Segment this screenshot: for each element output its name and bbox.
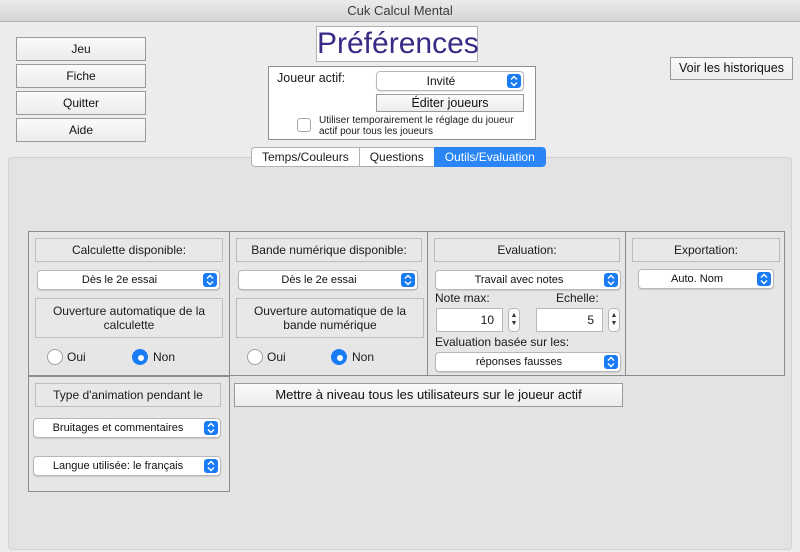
history-button[interactable]: Voir les historiques [670,57,793,80]
language-select[interactable]: Langue utilisée: le français [33,456,221,476]
note-max-label: Note max: [435,291,490,305]
player-box: Joueur actif: Invité Éditer joueurs Util… [268,66,536,140]
bande-oui-radio[interactable] [247,349,263,365]
title-bar: Cuk Calcul Mental [0,0,800,22]
based-select-value: réponses fausses [475,356,563,368]
fiche-button[interactable]: Fiche [16,64,146,88]
calculette-auto-label: Ouverture automatique de la calculette [35,298,223,338]
calculette-select[interactable]: Dès le 2e essai [37,270,220,290]
evaluation-title: Evaluation: [434,238,620,262]
chevron-updown-icon [604,273,618,287]
upgrade-users-button[interactable]: Mettre à niveau tous les utilisateurs su… [234,383,623,407]
player-label: Joueur actif: [277,71,346,85]
chevron-updown-icon [204,459,218,473]
animation-select[interactable]: Bruitages et commentaires [33,418,221,438]
chevron-updown-icon [757,272,771,286]
player-select[interactable]: Invité [376,71,524,91]
bande-non-radio[interactable] [331,349,347,365]
calculette-column: Calculette disponible: Dès le 2e essai O… [28,231,230,376]
note-max-input[interactable]: 10 [436,308,503,332]
exportation-select-value: Auto. Nom [671,273,723,285]
based-select[interactable]: réponses fausses [435,352,621,372]
echelle-label: Echelle: [556,291,599,305]
based-label: Evaluation basée sur les: [435,335,570,349]
calculette-non-label: Non [153,350,176,364]
calculette-title: Calculette disponible: [35,238,223,262]
chevron-updown-icon [604,355,618,369]
bande-select[interactable]: Dès le 2e essai [238,270,418,290]
page-title: Préférences [316,26,479,62]
exportation-title: Exportation: [632,238,780,262]
aide-button[interactable]: Aide [16,118,146,142]
chevron-updown-icon [401,273,415,287]
chevron-updown-icon [507,74,521,88]
evaluation-select[interactable]: Travail avec notes [435,270,621,290]
language-select-value: Langue utilisée: le français [52,460,184,472]
animation-select-value: Bruitages et commentaires [52,422,184,434]
temp-setting-checkbox[interactable] [297,118,311,132]
exportation-select[interactable]: Auto. Nom [638,269,774,289]
bande-oui-label: Oui [267,350,286,364]
edit-players-button[interactable]: Éditer joueurs [376,94,524,112]
tab-temps-couleurs[interactable]: Temps/Couleurs [251,147,359,167]
echelle-stepper[interactable]: ▲ ▼ [608,308,620,332]
bande-non-label: Non [352,350,375,364]
evaluation-column: Evaluation: Travail avec notes Note max:… [427,231,626,376]
player-select-value: Invité [426,74,456,88]
exportation-column: Exportation: Auto. Nom [625,231,785,376]
quitter-button[interactable]: Quitter [16,91,146,115]
calculette-oui-radio[interactable] [47,349,63,365]
bande-auto-label: Ouverture automatique de la bande numéri… [236,298,424,338]
tab-questions[interactable]: Questions [358,147,434,167]
calculette-oui-label: Oui [67,350,86,364]
bande-title: Bande numérique disponible: [236,238,422,262]
echelle-input[interactable]: 5 [536,308,603,332]
calculette-non-radio[interactable] [132,349,148,365]
bande-select-value: Dès le 2e essai [281,274,357,286]
calculette-select-value: Dès le 2e essai [81,274,158,286]
tab-bar: Temps/Couleurs Questions Outils/Evaluati… [251,147,546,167]
chevron-updown-icon [204,421,218,435]
temp-setting-label: Utiliser temporairement le réglage du jo… [319,115,514,137]
tab-outils-evaluation[interactable]: Outils/Evaluation [433,147,546,167]
animation-title: Type d'animation pendant le [35,383,221,407]
jeu-button[interactable]: Jeu [16,37,146,61]
chevron-updown-icon [203,273,217,287]
note-max-stepper[interactable]: ▲ ▼ [508,308,520,332]
bande-column: Bande numérique disponible: Dès le 2e es… [229,231,428,376]
animation-column: Type d'animation pendant le Bruitages et… [28,376,230,492]
window-title: Cuk Calcul Mental [347,3,453,18]
evaluation-select-value: Travail avec notes [474,274,564,286]
